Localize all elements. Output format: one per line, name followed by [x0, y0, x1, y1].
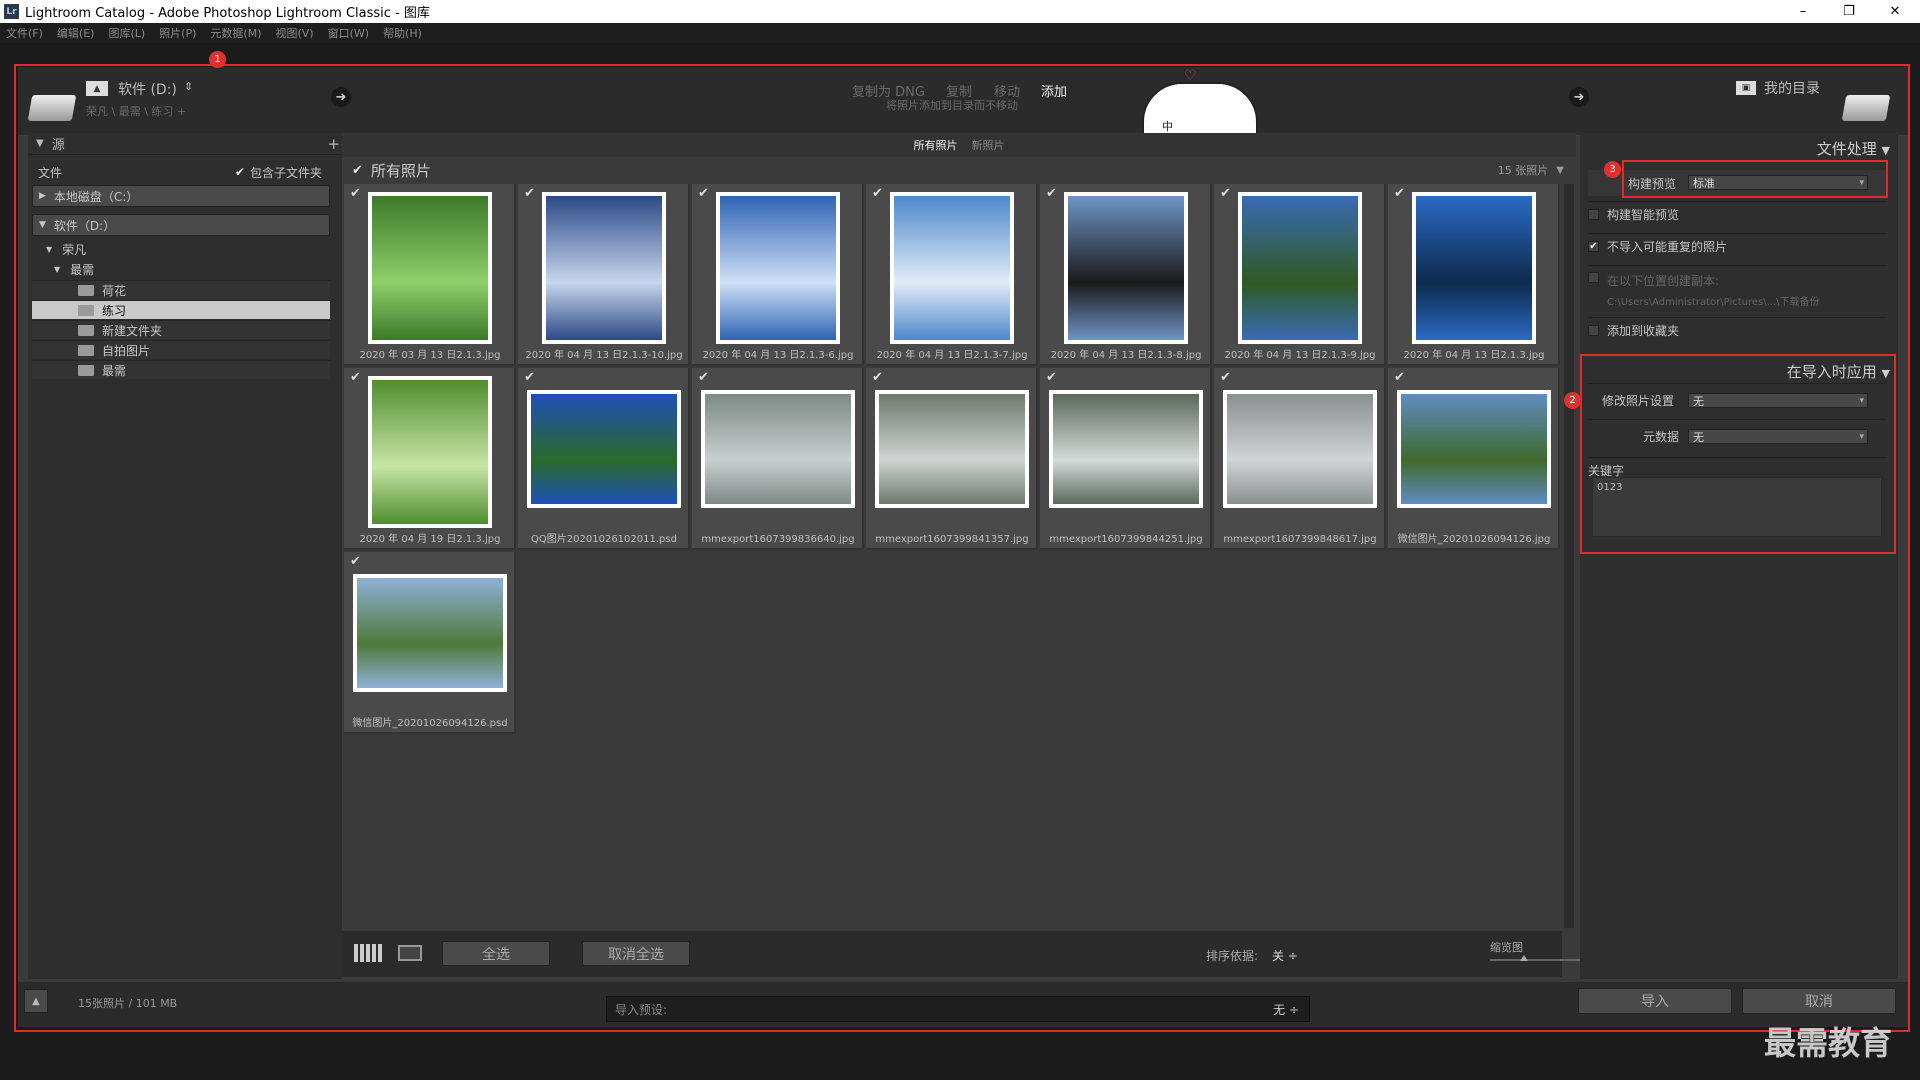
- menu-library[interactable]: 图库(L): [108, 25, 145, 41]
- annotation-badge-3: 3: [1604, 161, 1621, 178]
- minimize-button[interactable]: –: [1780, 0, 1826, 23]
- window-titlebar: Lr Lightroom Catalog - Adobe Photoshop L…: [0, 0, 1920, 23]
- close-button[interactable]: ✕: [1872, 0, 1918, 23]
- menu-window[interactable]: 窗口(W): [328, 25, 369, 41]
- lightroom-app-icon: Lr: [4, 4, 19, 19]
- restore-button[interactable]: ❐: [1826, 0, 1872, 23]
- menu-file[interactable]: 文件(F): [6, 25, 43, 41]
- annotation-badge-1: 1: [209, 51, 226, 68]
- annotation-box-3: [1622, 160, 1888, 198]
- menu-edit[interactable]: 编辑(E): [57, 25, 95, 41]
- menu-help[interactable]: 帮助(H): [383, 25, 422, 41]
- menu-view[interactable]: 视图(V): [275, 25, 313, 41]
- menu-metadata[interactable]: 元数据(M): [210, 25, 261, 41]
- menu-bar: 文件(F) 编辑(E) 图库(L) 照片(P) 元数据(M) 视图(V) 窗口(…: [0, 23, 1920, 43]
- watermark: 最需教育: [1764, 1024, 1893, 1062]
- menu-photo[interactable]: 照片(P): [159, 25, 196, 41]
- window-title: Lightroom Catalog - Adobe Photoshop Ligh…: [25, 6, 430, 21]
- annotation-box-2: [1580, 354, 1896, 554]
- annotation-badge-2: 2: [1564, 392, 1581, 409]
